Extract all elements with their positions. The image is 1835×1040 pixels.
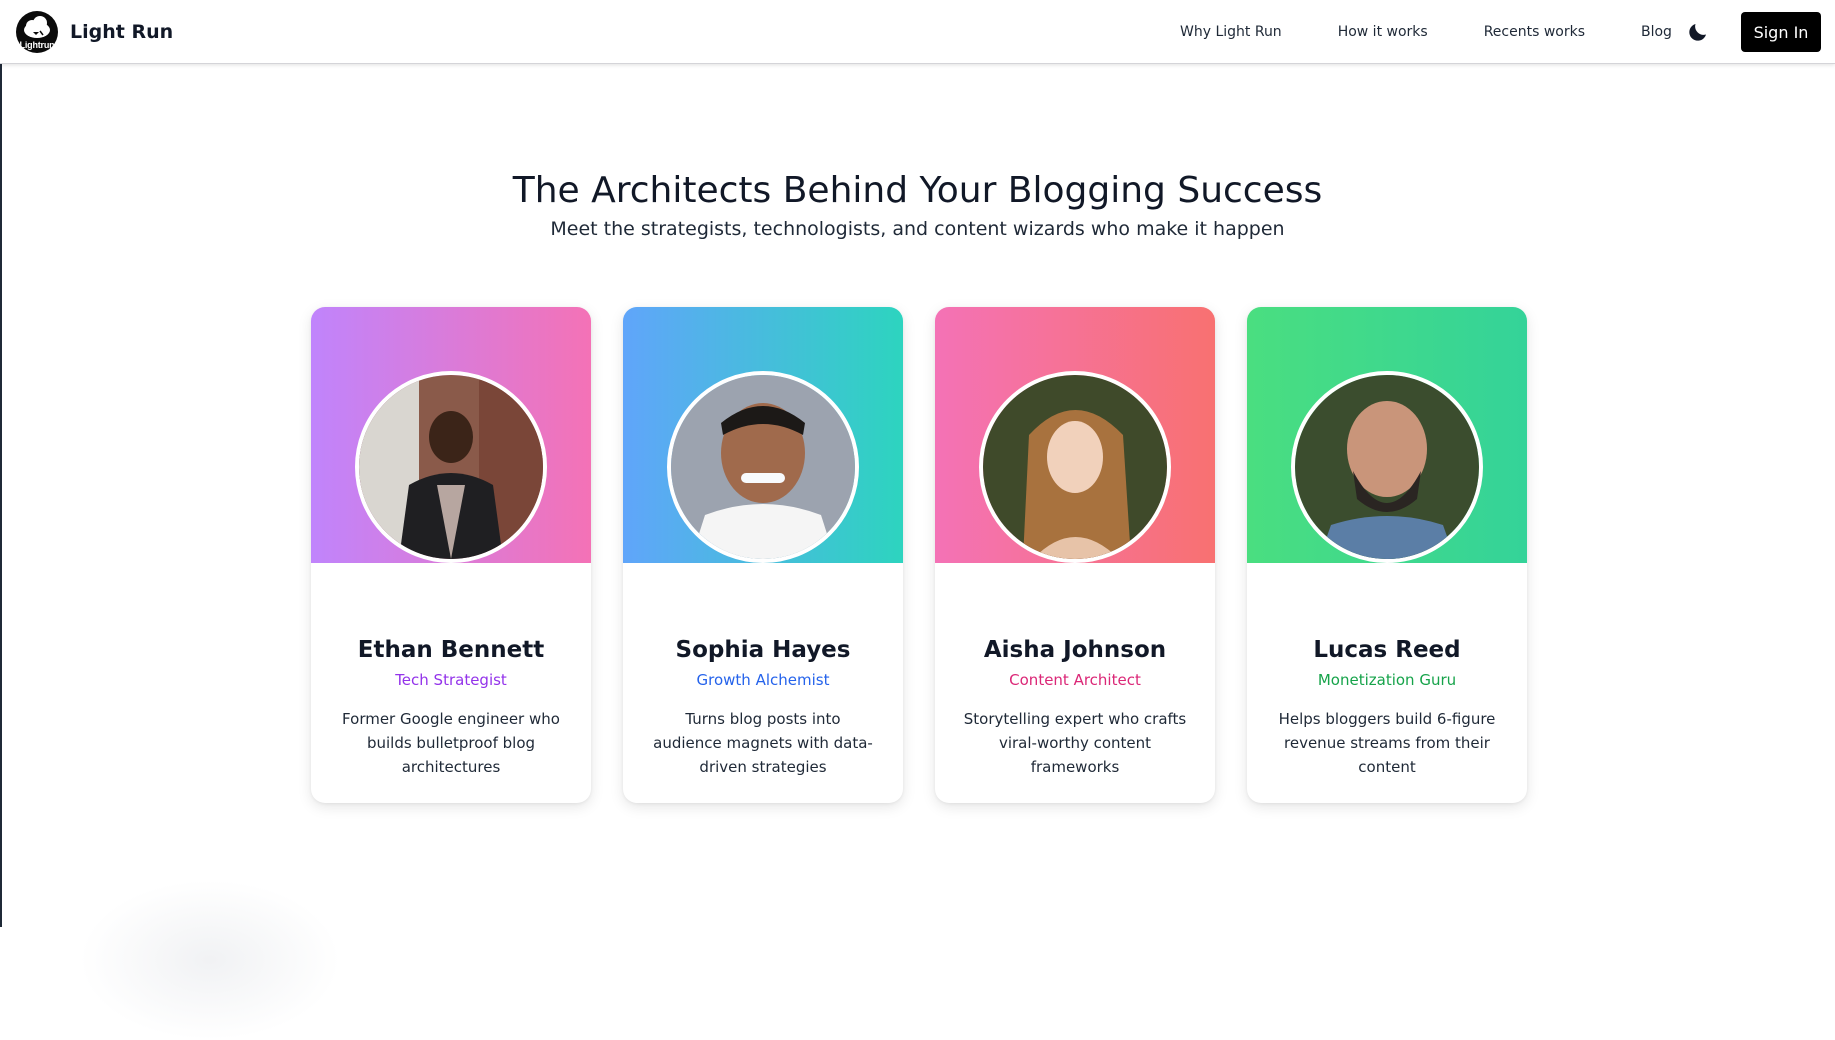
team-card: Lucas Reed Monetization Guru Helps blogg… — [1247, 307, 1527, 803]
member-name: Ethan Bennett — [357, 637, 545, 663]
team-cards: Ethan Bennett Tech Strategist Former Goo… — [311, 307, 1527, 803]
member-name: Aisha Johnson — [983, 637, 1167, 663]
member-role: Monetization Guru — [1317, 671, 1457, 689]
nav-link-recent-works[interactable]: Recents works — [1484, 24, 1585, 40]
moon-icon — [1689, 24, 1706, 41]
avatar-photo — [355, 371, 547, 563]
member-role: Tech Strategist — [395, 671, 507, 689]
section-title: The Architects Behind Your Blogging Succ… — [512, 170, 1323, 211]
nav-link-how-it-works[interactable]: How it works — [1338, 24, 1428, 40]
nav-link-blog[interactable]: Blog — [1641, 24, 1672, 40]
member-description: Turns blog posts into audience magnets w… — [653, 710, 873, 776]
member-name: Sophia Hayes — [675, 637, 851, 663]
brand[interactable]: Lightrun Light Run — [16, 10, 173, 53]
decorative-blob — [80, 880, 340, 1040]
theme-toggle-button[interactable] — [1686, 20, 1710, 44]
nav-link-why-light-run[interactable]: Why Light Run — [1180, 24, 1282, 40]
main-nav: Why Light Run How it works Recents works… — [1180, 0, 1672, 64]
brand-name[interactable]: Light Run — [70, 21, 173, 43]
member-description: Former Google engineer who builds bullet… — [342, 710, 560, 776]
avatar-photo — [667, 371, 859, 563]
lightrun-logo[interactable]: Lightrun — [16, 10, 58, 53]
sign-in-button[interactable]: Sign In — [1741, 12, 1821, 52]
team-card: Ethan Bennett Tech Strategist Former Goo… — [311, 307, 591, 803]
member-name: Lucas Reed — [1313, 637, 1461, 663]
avatar-photo — [979, 371, 1171, 563]
logo-text: Lightrun — [19, 39, 55, 50]
member-description: Helps bloggers build 6-figure revenue st… — [1278, 710, 1496, 776]
section-subtitle: Meet the strategists, technologists, and… — [550, 218, 1285, 240]
member-role: Growth Alchemist — [696, 671, 830, 689]
member-description: Storytelling expert who crafts viral-wor… — [963, 710, 1187, 776]
top-navbar: Lightrun Light Run Why Light Run How it … — [0, 0, 1835, 64]
page-left-border — [0, 0, 2, 927]
member-role: Content Architect — [1009, 671, 1141, 689]
team-card: Aisha Johnson Content Architect Storytel… — [935, 307, 1215, 803]
team-card: Sophia Hayes Growth Alchemist Turns blog… — [623, 307, 903, 803]
avatar-photo — [1291, 371, 1483, 563]
